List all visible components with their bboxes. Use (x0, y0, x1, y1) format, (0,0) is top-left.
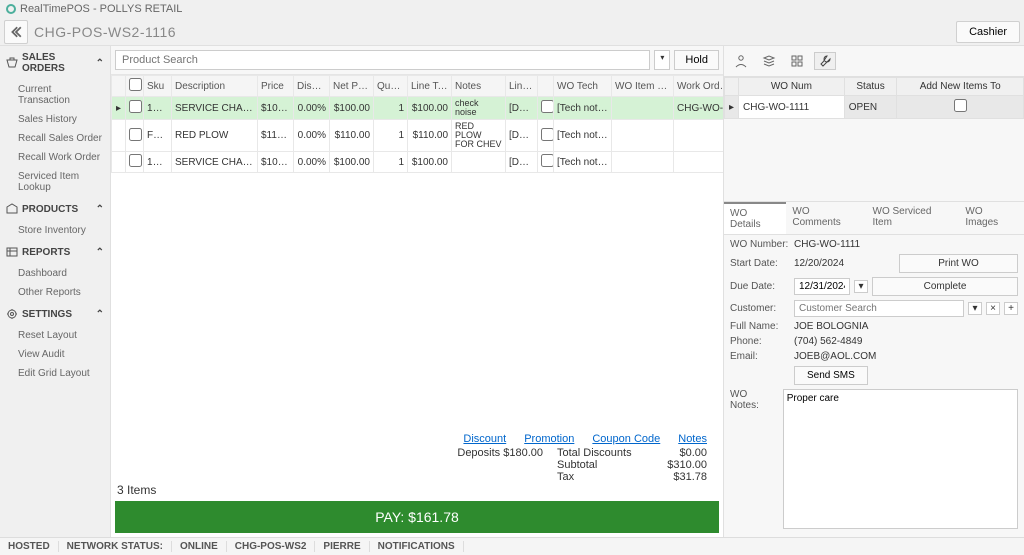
customer-search-input[interactable] (794, 300, 964, 317)
wo-table: WO Num Status Add New Items To ▸ CHG-WO-… (724, 77, 1024, 119)
wo-row[interactable]: ▸ CHG-WO-1111 OPEN (725, 96, 1024, 119)
section-icon (6, 246, 18, 258)
select-all[interactable] (129, 78, 142, 91)
action-link[interactable]: Coupon Code (592, 433, 660, 445)
line-items-table: SkuDescriptionPriceDisc %Net PriceQuan…L… (111, 75, 723, 173)
customer-clear[interactable]: × (986, 302, 1000, 315)
sidebar-item[interactable]: Edit Grid Layout (0, 364, 110, 383)
items-count: 3 Items (111, 483, 723, 497)
wo-tab[interactable]: WO Details (724, 202, 786, 234)
chevron-up-icon: ⌃ (96, 309, 104, 320)
action-link[interactable]: Discount (463, 433, 506, 445)
sidebar-section[interactable]: REPORTS⌃ (0, 240, 110, 264)
complete-button[interactable]: Complete (872, 277, 1018, 296)
due-date-picker[interactable]: ▾ (854, 280, 868, 293)
customer-add[interactable]: + (1004, 302, 1018, 315)
section-icon (6, 57, 18, 69)
action-link[interactable]: Promotion (524, 433, 574, 445)
search-dropdown[interactable]: ▾ (654, 50, 670, 70)
wo-checkbox[interactable] (541, 128, 554, 141)
sidebar: SALES ORDERS⌃Current TransactionSales Hi… (0, 46, 110, 537)
wo-notes-textarea[interactable] (783, 389, 1018, 529)
app-logo-icon (6, 4, 16, 14)
table-row[interactable]: FL…RED PLOW$110…0.00% $110.001$110.00 RE… (112, 120, 724, 152)
sidebar-item[interactable]: Store Inventory (0, 221, 110, 240)
action-link[interactable]: Notes (678, 433, 707, 445)
cashier-button[interactable]: Cashier (956, 21, 1020, 43)
status-segment: NOTIFICATIONS (370, 541, 464, 552)
row-checkbox[interactable] (129, 154, 142, 167)
sidebar-item[interactable]: Reset Layout (0, 326, 110, 345)
customer-dropdown[interactable]: ▾ (968, 302, 982, 315)
sidebar-section[interactable]: PRODUCTS⌃ (0, 197, 110, 221)
row-checkbox[interactable] (129, 128, 142, 141)
deposits-text: Deposits $180.00 (457, 447, 543, 483)
wo-add-checkbox[interactable] (954, 99, 967, 112)
section-icon (6, 308, 18, 320)
breadcrumb: CHG-POS-WS2-1116 (34, 24, 176, 40)
sidebar-item[interactable]: Serviced Item Lookup (0, 167, 110, 197)
wo-checkbox[interactable] (541, 154, 554, 167)
table-row[interactable]: ▸ 10…SERVICE CHARGE…$100…0.00% $100.001$… (112, 97, 724, 120)
sidebar-item[interactable]: Recall Sales Order (0, 129, 110, 148)
row-checkbox[interactable] (129, 100, 142, 113)
pay-button[interactable]: PAY: $161.78 (115, 501, 719, 533)
chevron-up-icon: ⌃ (96, 247, 104, 258)
status-segment: CHG-POS-WS2 (227, 541, 316, 552)
wo-tab[interactable]: WO Comments (786, 202, 866, 234)
status-segment: HOSTED (0, 541, 59, 552)
layers-tab-icon[interactable] (758, 52, 780, 70)
send-sms-button[interactable]: Send SMS (794, 366, 868, 385)
due-date-input[interactable] (794, 278, 850, 295)
status-segment: ONLINE (172, 541, 227, 552)
sidebar-item[interactable]: View Audit (0, 345, 110, 364)
wo-col-num: WO Num (739, 78, 845, 96)
wo-col-add: Add New Items To (897, 78, 1024, 96)
grid-tab-icon[interactable] (786, 52, 808, 70)
top-bar: CHG-POS-WS2-1116 Cashier (0, 18, 1024, 46)
wo-checkbox[interactable] (541, 100, 554, 113)
window-title: RealTimePOS - POLLYS RETAIL (20, 3, 182, 15)
sidebar-item[interactable]: Sales History (0, 110, 110, 129)
wo-tab[interactable]: WO Images (959, 202, 1024, 234)
sidebar-item[interactable]: Dashboard (0, 264, 110, 283)
window-header: RealTimePOS - POLLYS RETAIL (0, 0, 1024, 18)
product-search-input[interactable] (115, 50, 650, 70)
status-segment: PIERRE (315, 541, 369, 552)
back-button[interactable] (4, 20, 28, 44)
status-segment: NETWORK STATUS: (59, 541, 172, 552)
section-icon (6, 203, 18, 215)
hold-button[interactable]: Hold (674, 50, 719, 70)
wrench-tab-icon[interactable] (814, 52, 836, 70)
sidebar-section[interactable]: SETTINGS⌃ (0, 302, 110, 326)
wo-col-status: Status (844, 78, 897, 96)
person-tab-icon[interactable] (730, 52, 752, 70)
print-wo-button[interactable]: Print WO (899, 254, 1018, 273)
sidebar-section[interactable]: SALES ORDERS⌃ (0, 46, 110, 80)
sidebar-item[interactable]: Recall Work Order (0, 148, 110, 167)
chevron-up-icon: ⌃ (96, 58, 104, 69)
chevron-up-icon: ⌃ (96, 204, 104, 215)
table-row[interactable]: 10…SERVICE CHARGE…$100…0.00% $100.001$10… (112, 152, 724, 173)
sidebar-item[interactable]: Current Transaction (0, 80, 110, 110)
wo-tab[interactable]: WO Serviced Item (867, 202, 960, 234)
sidebar-item[interactable]: Other Reports (0, 283, 110, 302)
